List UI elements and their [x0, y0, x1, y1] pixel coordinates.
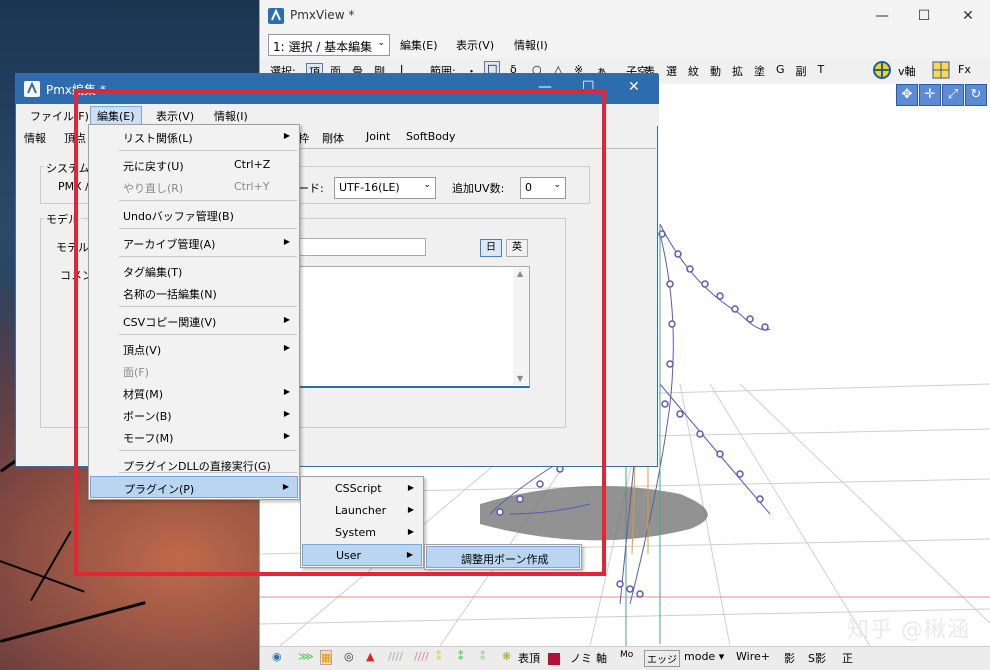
chevron-down-icon: ⌄	[377, 38, 385, 48]
child-btn[interactable]: G	[776, 63, 785, 79]
child-btn[interactable]: 動	[710, 63, 721, 79]
bone-lg-icon[interactable]: ⁑	[480, 650, 486, 663]
child-btn[interactable]: 紋	[688, 63, 699, 79]
minimize-icon[interactable]: —	[872, 6, 892, 26]
self-shadow-button[interactable]: S影	[808, 650, 826, 666]
mode-select-value: 1: 選択 / 基本編集	[273, 40, 373, 54]
child-buttons: 表 選 紋 動 拡 塗 G 副 T	[644, 63, 824, 79]
annotation-rectangle	[74, 89, 606, 576]
pmxview-menubar: 1: 選択 / 基本編集 ⌄ 編集(E) 表示(V) 情報(I)	[260, 32, 990, 58]
move-view-icon[interactable]: ✥	[896, 84, 918, 106]
fx-button[interactable]: Fx	[958, 63, 971, 76]
view-tool-buttons: ✥ ✛ ⤢ ↻	[896, 84, 987, 106]
close-icon[interactable]: ✕	[958, 6, 978, 26]
hatch-red-icon[interactable]: ////	[414, 650, 429, 663]
no-button[interactable]: ノミ	[570, 650, 592, 666]
grid-icon[interactable]	[932, 61, 950, 79]
close-icon[interactable]: ✕	[628, 79, 640, 95]
shadow-button[interactable]: 影	[784, 650, 795, 666]
child-btn[interactable]: 副	[796, 63, 807, 79]
mode-dropdown[interactable]: mode ▾	[684, 650, 724, 663]
axis-button[interactable]: 軸	[596, 650, 607, 666]
menu-info[interactable]: 情報(I)	[514, 37, 548, 53]
tree-branch	[0, 601, 146, 643]
target-icon[interactable]: ◎	[344, 650, 354, 663]
maximize-icon[interactable]: ☐	[914, 6, 934, 26]
child-btn[interactable]: 塗	[754, 63, 765, 79]
tab-info[interactable]: 情報	[24, 130, 46, 146]
rotate-view-icon[interactable]: ↻	[965, 84, 987, 106]
edge-button[interactable]: エッジ	[644, 650, 680, 667]
menu-view[interactable]: 表示(V)	[456, 37, 494, 53]
wire-plus-button[interactable]: Wire+	[736, 650, 770, 663]
mode-select[interactable]: 1: 選択 / 基本編集 ⌄	[268, 34, 390, 56]
mesh-icon[interactable]: ▦	[320, 650, 333, 665]
point-icon[interactable]: ◉	[272, 650, 282, 663]
tree-branch	[30, 530, 72, 601]
color-swatch[interactable]	[548, 653, 560, 665]
menu-edit[interactable]: 編集(E)	[400, 37, 438, 53]
front-view-button[interactable]: 正	[842, 650, 853, 666]
bone-y-icon[interactable]: ⁑	[436, 650, 442, 663]
child-btn[interactable]: 選	[666, 63, 677, 79]
pmxview-bottom-toolbar: ◉ ⋙ ▦ ◎ ▲ //// //// ⁑ ⁑ ⁑ ❋ 表頂 ノミ 軸 Mo エ…	[260, 646, 990, 670]
pan-view-icon[interactable]: ✛	[919, 84, 941, 106]
window-title: PmxView *	[290, 8, 355, 22]
mo-button[interactable]: Mo	[620, 650, 633, 660]
child-btn[interactable]: T	[818, 63, 825, 79]
bone-olive-icon[interactable]: ❋	[502, 650, 511, 663]
wire-icon[interactable]: ⋙	[298, 650, 314, 663]
hatch-icon[interactable]: ////	[388, 650, 403, 663]
child-btn[interactable]: 拡	[732, 63, 743, 79]
pmxview-titlebar: PmxView * — ☐ ✕	[260, 0, 990, 32]
bone-g-icon[interactable]: ⁑	[458, 650, 464, 663]
watermark: 知乎 @楸涵	[847, 618, 970, 643]
zoom-view-icon[interactable]: ⤢	[942, 84, 964, 106]
axis-icon[interactable]	[872, 60, 892, 80]
app-icon	[24, 81, 40, 97]
show-vertex-button[interactable]: 表頂	[518, 650, 540, 666]
app-icon	[268, 8, 284, 24]
v-axis-label[interactable]: v軸	[898, 63, 916, 79]
triangle-icon[interactable]: ▲	[366, 650, 374, 663]
